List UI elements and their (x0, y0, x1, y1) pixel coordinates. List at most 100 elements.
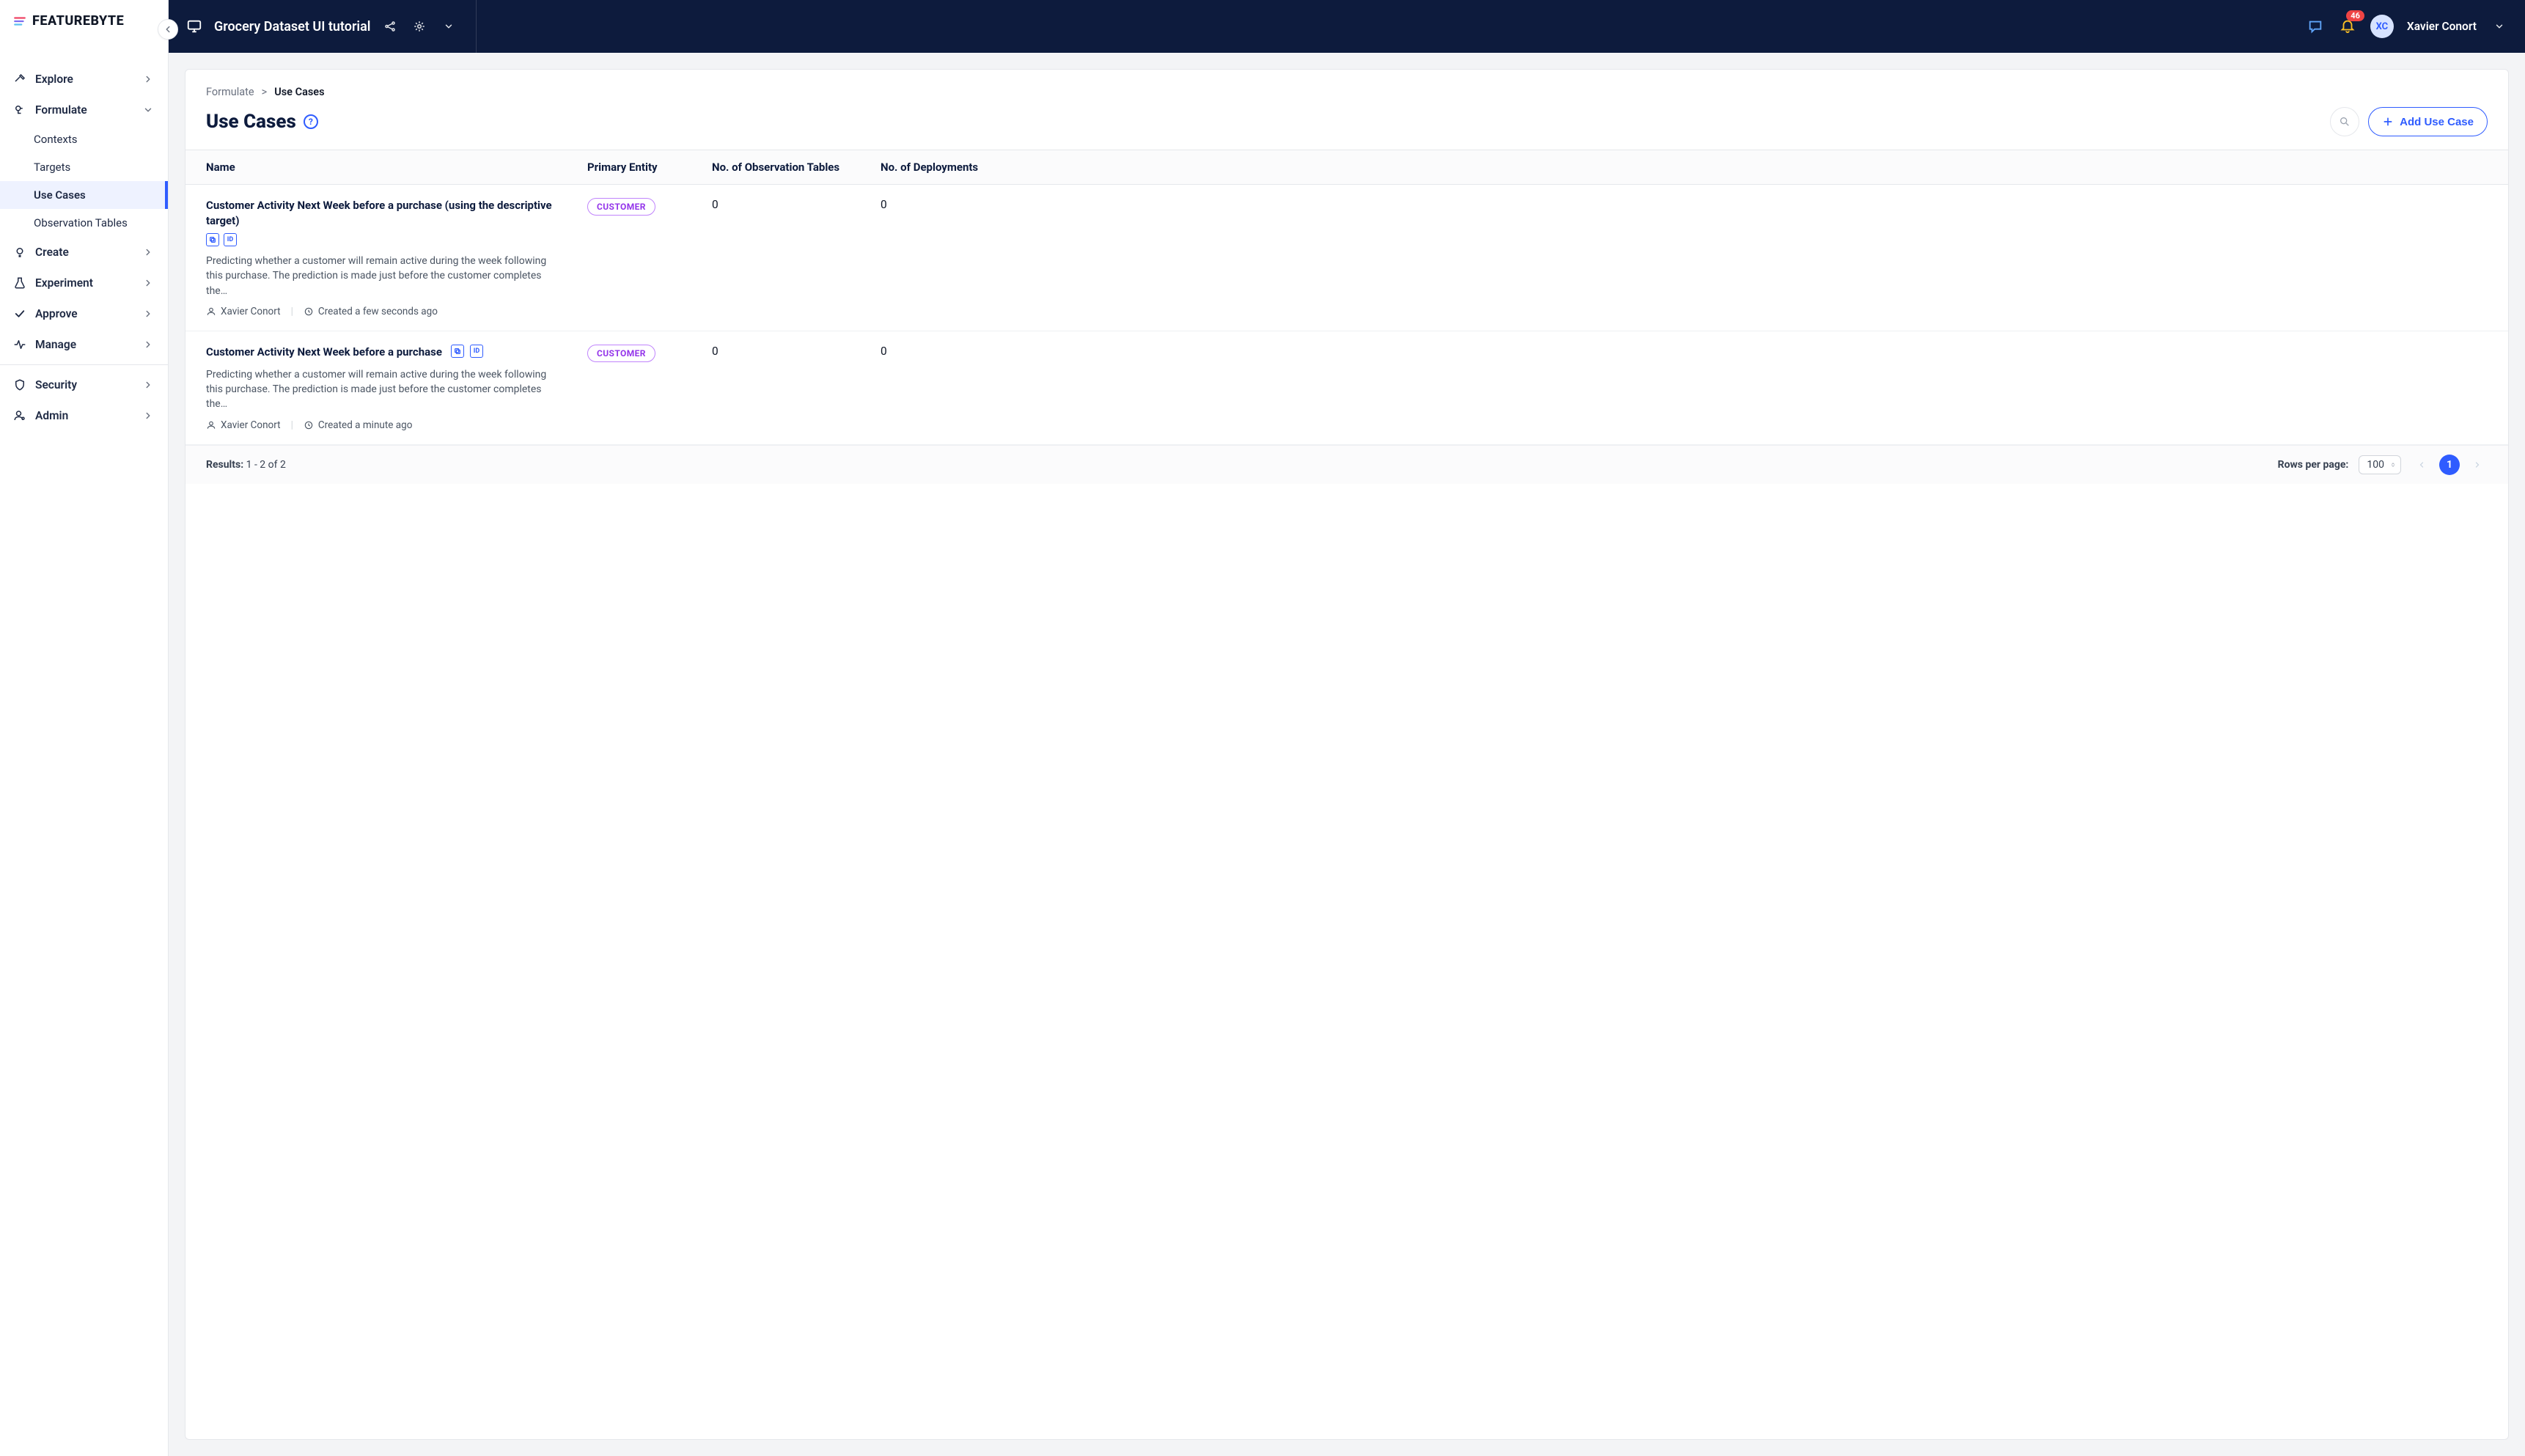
sidebar-item-explore[interactable]: Explore (0, 64, 168, 95)
sidebar-item-label: Formulate (35, 103, 87, 117)
select-caret-icon (2390, 460, 2396, 469)
sidebar-item-label: Explore (35, 73, 73, 86)
sidebar-separator (0, 364, 168, 365)
sidebar-item-label: Experiment (35, 276, 93, 290)
chevron-down-icon (141, 103, 155, 117)
row-obs-count: 0 (712, 198, 881, 211)
search-icon (2339, 116, 2351, 128)
sidebar-collapse-button[interactable] (158, 19, 178, 40)
clock-icon (304, 420, 314, 430)
chevron-right-icon (141, 307, 155, 320)
notification-badge: 46 (2346, 10, 2364, 21)
sidebar-submenu-formulate: Contexts Targets Use Cases Observation T… (0, 125, 168, 237)
sidebar: FEATUREBYTE Explore (0, 0, 169, 1456)
row-author: Xavier Conort (221, 306, 281, 317)
chevron-right-icon (141, 73, 155, 86)
chevron-right-icon (141, 378, 155, 391)
gear-icon[interactable] (410, 17, 429, 36)
sidebar-item-approve[interactable]: Approve (0, 298, 168, 329)
check-icon (13, 307, 26, 320)
logo-icon (13, 15, 26, 28)
sidebar-item-formulate[interactable]: Formulate (0, 95, 168, 125)
brand-logo[interactable]: FEATUREBYTE (13, 13, 124, 29)
hammer-icon (13, 73, 26, 86)
sidebar-item-manage[interactable]: Manage (0, 329, 168, 360)
author-user-icon (206, 306, 216, 317)
row-description: Predicting whether a customer will remai… (206, 254, 562, 298)
row-title: Customer Activity Next Week before a pur… (206, 198, 587, 229)
plus-icon (2382, 116, 2394, 128)
lightbulb-icon (13, 246, 26, 259)
sidebar-sub-targets[interactable]: Targets (0, 153, 168, 181)
col-name[interactable]: Name (206, 161, 587, 174)
row-obs-count: 0 (712, 345, 881, 358)
sidebar-item-label: Security (35, 378, 77, 391)
row-created: Created a minute ago (318, 419, 413, 431)
breadcrumb-separator: > (262, 86, 268, 98)
copy-icon[interactable] (451, 345, 464, 358)
breadcrumb-current: Use Cases (274, 86, 324, 98)
copy-icon[interactable] (206, 233, 219, 246)
activity-icon (13, 338, 26, 351)
primary-nav: Explore Formulate Contexts Targets Use C… (0, 58, 168, 437)
chat-icon[interactable] (2306, 17, 2325, 36)
sidebar-item-security[interactable]: Security (0, 369, 168, 400)
pager-page-current[interactable]: 1 (2439, 455, 2460, 475)
sidebar-item-label: Manage (35, 338, 76, 351)
clock-icon (304, 306, 314, 317)
chevron-right-icon (141, 276, 155, 290)
shield-icon (13, 378, 26, 391)
add-use-case-button[interactable]: Add Use Case (2368, 107, 2488, 136)
chevron-right-icon (141, 409, 155, 422)
chevron-left-icon (163, 24, 173, 34)
pagination: 1 (2411, 455, 2488, 475)
help-icon[interactable]: ? (304, 114, 318, 129)
pager-next[interactable] (2467, 455, 2488, 475)
sidebar-item-label: Admin (35, 409, 68, 422)
pager-prev[interactable] (2411, 455, 2432, 475)
use-cases-table: Name Primary Entity No. of Observation T… (185, 150, 2508, 484)
col-deployments[interactable]: No. of Deployments (881, 161, 2488, 174)
search-button[interactable] (2330, 107, 2359, 136)
page-title: Use Cases (206, 111, 296, 133)
results-range: 1 - 2 of 2 (246, 459, 286, 471)
table-row[interactable]: Customer Activity Next Week before a pur… (185, 185, 2508, 331)
breadcrumb-root[interactable]: Formulate (206, 86, 254, 98)
col-primary-entity[interactable]: Primary Entity (587, 161, 712, 174)
table-row[interactable]: Customer Activity Next Week before a pur… (185, 331, 2508, 445)
topbar: Grocery Dataset UI tutorial (169, 0, 2525, 53)
monitor-icon (185, 17, 204, 36)
entity-pill: CUSTOMER (587, 198, 655, 216)
sidebar-item-create[interactable]: Create (0, 237, 168, 268)
chevron-right-icon (141, 246, 155, 259)
id-icon[interactable]: ID (470, 345, 483, 358)
row-title: Customer Activity Next Week before a pur… (206, 345, 442, 360)
content-card: Formulate > Use Cases Use Cases ? (185, 69, 2509, 1440)
table-footer: Results: 1 - 2 of 2 Rows per page: 100 (185, 445, 2508, 484)
context-dropdown[interactable] (439, 17, 458, 36)
results-label: Results: (206, 459, 243, 471)
col-obs-tables[interactable]: No. of Observation Tables (712, 161, 881, 174)
author-user-icon (206, 420, 216, 430)
sidebar-sub-observation-tables[interactable]: Observation Tables (0, 209, 168, 237)
user-menu-dropdown[interactable] (2490, 17, 2509, 36)
sidebar-sub-contexts[interactable]: Contexts (0, 125, 168, 153)
brand-name: FEATUREBYTE (32, 13, 124, 29)
table-header: Name Primary Entity No. of Observation T… (185, 150, 2508, 185)
entity-pill: CUSTOMER (587, 345, 655, 362)
sidebar-item-admin[interactable]: Admin (0, 400, 168, 431)
share-icon[interactable] (381, 17, 400, 36)
context-title: Grocery Dataset UI tutorial (214, 19, 370, 34)
avatar[interactable]: XC (2370, 15, 2394, 38)
sidebar-item-label: Create (35, 246, 69, 259)
row-deploy-count: 0 (881, 198, 2488, 211)
rows-per-page-select[interactable]: 100 (2359, 455, 2401, 474)
row-created: Created a few seconds ago (318, 306, 438, 317)
id-icon[interactable]: ID (224, 233, 237, 246)
sidebar-item-experiment[interactable]: Experiment (0, 268, 168, 298)
rpp-label: Rows per page: (2278, 459, 2349, 471)
row-author: Xavier Conort (221, 419, 281, 431)
brain-icon (13, 103, 26, 117)
sidebar-sub-use-cases[interactable]: Use Cases (0, 181, 168, 209)
topbar-separator (476, 0, 477, 53)
